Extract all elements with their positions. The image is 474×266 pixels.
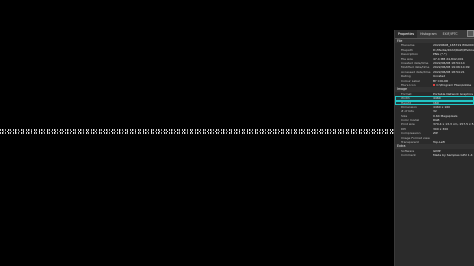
- prop-value: Top-Left: [433, 140, 445, 145]
- image-canvas: [0, 0, 394, 266]
- panel-tabs: Properties Histogram EXIF/IPTC: [395, 30, 474, 39]
- row-comment: Comment Made by Samples GPU 1.4: [395, 153, 474, 157]
- tab-histogram[interactable]: Histogram: [417, 30, 440, 38]
- panel-menu-button[interactable]: [467, 30, 474, 37]
- prop-value: C:\Program Files\Adobe: [432, 83, 474, 87]
- properties-panel: Properties Histogram EXIF/IPTC File File…: [394, 30, 474, 266]
- row-transparent: Transparent Top-Left: [395, 140, 474, 144]
- prop-key: Comment: [401, 153, 416, 158]
- tab-exif[interactable]: EXIF/IPTC: [440, 30, 461, 38]
- tab-properties[interactable]: Properties: [395, 30, 418, 38]
- image-strip: [0, 129, 394, 134]
- prop-value: Made by Samples GPU 1.4: [433, 153, 473, 158]
